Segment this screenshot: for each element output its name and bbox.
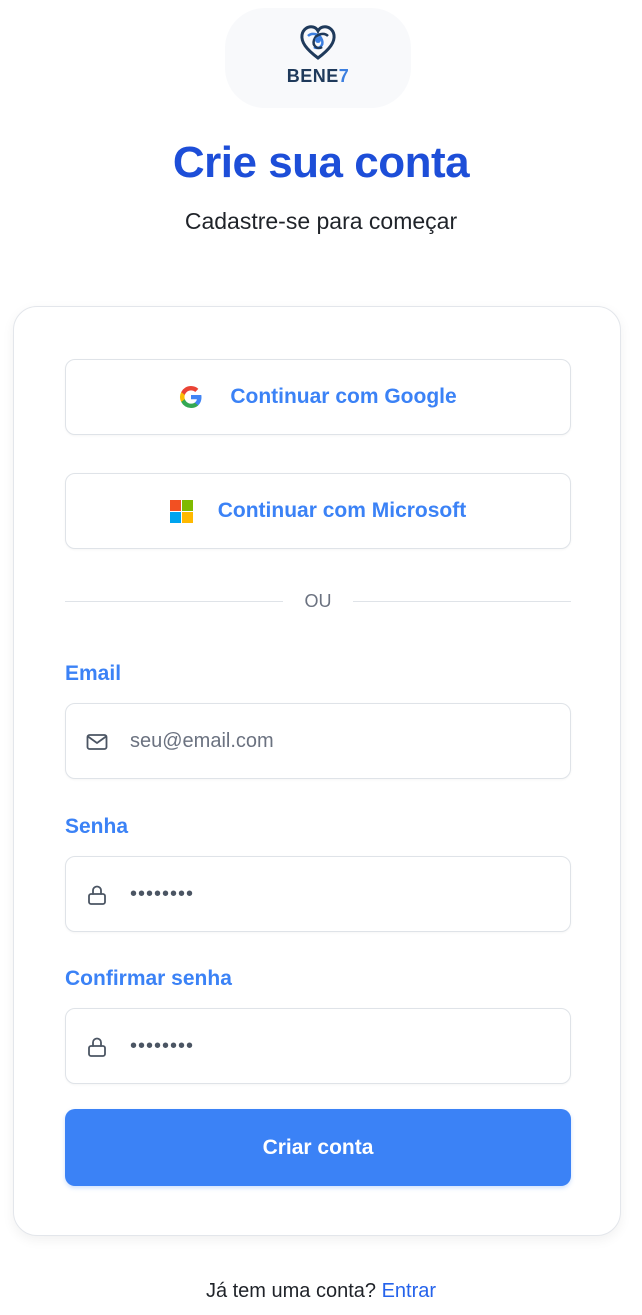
divider-line-left bbox=[65, 601, 283, 602]
password-field[interactable] bbox=[65, 856, 571, 932]
signup-page: BENE7 Crie sua conta Cadastre-se para co… bbox=[0, 0, 642, 1315]
email-label: Email bbox=[65, 662, 122, 685]
divider-line-right bbox=[353, 601, 571, 602]
brand-wordmark: BENE7 bbox=[225, 66, 411, 87]
email-input[interactable] bbox=[130, 704, 550, 778]
create-account-button[interactable]: Criar conta bbox=[65, 1109, 571, 1186]
confirm-password-input[interactable] bbox=[130, 1009, 550, 1083]
microsoft-icon bbox=[169, 499, 193, 523]
brand-wordmark-suffix: 7 bbox=[338, 66, 350, 86]
password-input[interactable] bbox=[130, 857, 550, 931]
microsoft-button-label: Continuar com Microsoft bbox=[217, 499, 467, 522]
microsoft-signin-button[interactable]: Continuar com Microsoft bbox=[65, 473, 571, 549]
divider-text: OU bbox=[304, 591, 332, 611]
signin-prompt-text: Já tem uma conta? bbox=[205, 1280, 377, 1302]
page-subtitle: Cadastre-se para começar bbox=[184, 208, 458, 234]
password-label: Senha bbox=[65, 815, 129, 838]
signin-link[interactable]: Entrar bbox=[382, 1280, 436, 1302]
heart-logo-icon bbox=[300, 25, 336, 60]
email-field[interactable] bbox=[65, 703, 571, 779]
page-title: Crie sua conta bbox=[172, 138, 470, 187]
lock-icon bbox=[88, 1037, 106, 1057]
signup-card: Continuar com Google Continuar com Micro… bbox=[13, 306, 621, 1236]
google-icon bbox=[179, 385, 203, 409]
signin-prompt: Já tem uma conta? Entrar bbox=[0, 1280, 642, 1303]
google-signin-button[interactable]: Continuar com Google bbox=[65, 359, 571, 435]
mail-icon bbox=[86, 734, 108, 750]
confirm-password-field[interactable] bbox=[65, 1008, 571, 1084]
lock-icon bbox=[88, 885, 106, 905]
or-divider: OU bbox=[65, 589, 571, 613]
brand-logo: BENE7 bbox=[225, 8, 411, 108]
confirm-password-label: Confirmar senha bbox=[65, 967, 232, 990]
google-button-label: Continuar com Google bbox=[230, 385, 457, 408]
brand-wordmark-main: BENE bbox=[286, 66, 339, 86]
